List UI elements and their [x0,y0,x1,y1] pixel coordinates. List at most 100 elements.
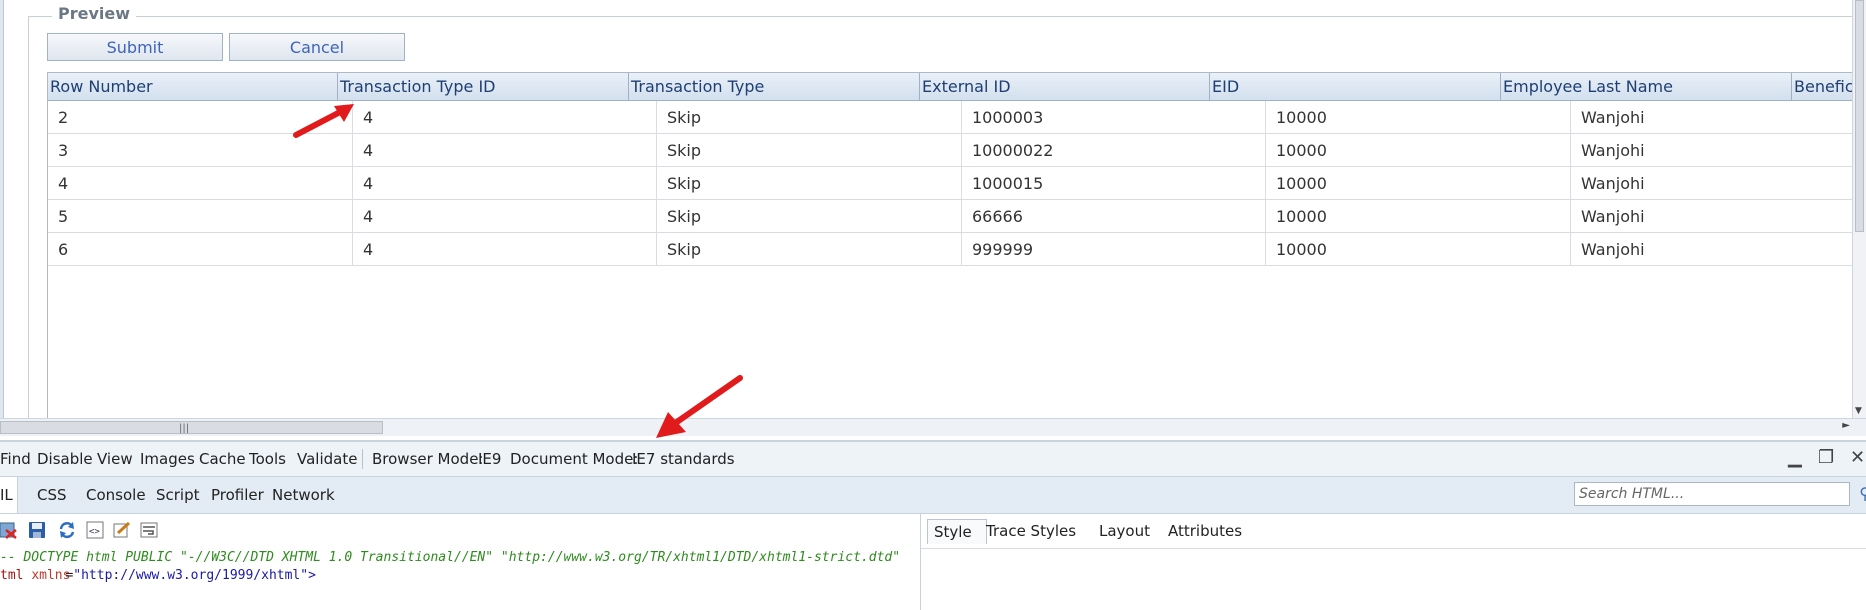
cell-transaction-type: Skip [657,101,962,134]
cell-transaction-type-id: 4 [353,233,657,266]
devtools-menu-bar: Find Disable View Images Cache Tools Val… [0,442,1866,476]
clear-browser-cache-icon[interactable] [0,521,18,539]
menu-cache[interactable]: Cache [199,442,246,476]
save-icon[interactable] [28,521,46,539]
horizontal-scroll-thumb[interactable]: ||| [0,421,383,434]
document-mode-label[interactable]: Document Mode: [510,442,638,476]
left-gutter [0,0,4,418]
column-header-external-id[interactable]: External ID [920,73,1210,100]
tab-style[interactable]: Style [927,519,987,544]
tab-network[interactable]: Network [272,477,335,513]
cancel-button[interactable]: Cancel [229,33,405,61]
cell-transaction-type: Skip [657,200,962,233]
html-source-view[interactable]: -- DOCTYPE html PUBLIC "-//W3C//DTD XHTM… [0,546,920,610]
table-row[interactable]: 4 4 Skip 1000015 10000 Wanjohi [48,167,1866,200]
close-icon[interactable]: ✕ [1850,448,1865,468]
tab-html[interactable]: IL [0,477,18,513]
preview-legend: Preview [52,4,137,23]
annotation-arrow-icon [656,375,743,438]
cell-eid: 10000 [1266,134,1571,167]
tab-script[interactable]: Script [156,477,200,513]
vertical-scrollbar[interactable]: ▼ [1852,0,1866,418]
scroll-down-arrow-icon[interactable]: ▼ [1855,406,1862,416]
cell-transaction-type: Skip [657,233,962,266]
menu-images[interactable]: Images [140,442,195,476]
cell-eid: 10000 [1266,101,1571,134]
cell-transaction-type-id: 4 [353,134,657,167]
menu-tools[interactable]: Tools [249,442,286,476]
doctype-line: -- DOCTYPE html PUBLIC "-//W3C//DTD XHTM… [0,550,901,565]
menu-separator [362,449,363,469]
column-header-transaction-type-id[interactable]: Transaction Type ID [338,73,629,100]
tag-close: > [308,568,316,583]
menu-validate[interactable]: Validate [297,442,357,476]
style-pane-tabs: Style Trace Styles Layout Attributes [921,514,1866,549]
table-row[interactable]: 6 4 Skip 999999 10000 Wanjohi [48,233,1866,266]
browser-mode-value[interactable]: IE9 [478,442,501,476]
column-header-row-number[interactable]: Row Number [48,73,338,100]
cell-transaction-type: Skip [657,167,962,200]
column-header-employee-last-name[interactable]: Employee Last Name [1501,73,1792,100]
cell-transaction-type-id: 4 [353,167,657,200]
html-tag-name: tml [0,568,24,583]
vertical-scroll-thumb[interactable] [1855,0,1864,232]
column-header-eid[interactable]: EID [1210,73,1501,100]
menu-find[interactable]: Find [0,442,31,476]
cell-row-number: 5 [48,200,353,233]
annotation-arrow-icon [293,104,354,138]
cell-employee-last-name: Wanjohi [1581,174,1645,193]
grid-header: Row Number Transaction Type ID Transacti… [48,73,1866,101]
html-tag-line[interactable]: tml xmlns="http://www.w3.org/1999/xhtml"… [0,568,316,583]
view-source-icon[interactable]: <> [86,521,104,539]
grip-icon: ||| [179,423,190,434]
cell-employee-last-name: Wanjohi [1581,207,1645,226]
tab-layout[interactable]: Layout [1099,514,1150,548]
word-wrap-icon[interactable] [140,521,158,539]
horizontal-scrollbar[interactable]: ||| ► [0,418,1866,436]
cell-eid: 10000 [1266,233,1571,266]
search-placeholder: Search HTML... [1579,486,1685,502]
refresh-icon[interactable] [58,521,76,539]
cell-external-id: 999999 [962,233,1266,266]
cell-transaction-type: Skip [657,134,962,167]
html-toolbar: <> [0,514,920,546]
menu-disable[interactable]: Disable [37,442,93,476]
cell-employee-last-name: Wanjohi [1581,240,1645,259]
search-html-input[interactable]: Search HTML... ⚲ [1574,482,1866,506]
page-area: Preview Submit Cancel Row Number Transac… [0,0,1866,440]
devtools-tab-bar: IL CSS Console Script Profiler Network S… [0,476,1866,514]
cell-eid: 10000 [1266,167,1571,200]
cell-employee-last-name: Wanjohi [1581,108,1645,127]
tab-profiler[interactable]: Profiler [211,477,264,513]
cell-eid: 10000 [1266,200,1571,233]
cell-transaction-type-id: 4 [353,101,657,134]
document-mode-value[interactable]: IE7 standards [632,442,735,476]
minimize-icon[interactable]: ▁ [1788,448,1802,468]
cell-row-number: 4 [48,167,353,200]
cell-external-id: 1000003 [962,101,1266,134]
tab-console[interactable]: Console [86,477,146,513]
tab-css[interactable]: CSS [37,477,67,513]
restore-icon[interactable]: ❐ [1818,448,1834,468]
cell-row-number: 6 [48,233,353,266]
column-header-transaction-type[interactable]: Transaction Type [629,73,920,100]
tab-attributes[interactable]: Attributes [1168,514,1242,548]
cell-external-id: 1000015 [962,167,1266,200]
developer-tools-panel: Find Disable View Images Cache Tools Val… [0,440,1866,610]
submit-button[interactable]: Submit [47,33,223,61]
menu-view[interactable]: View [97,442,133,476]
cell-external-id: 66666 [962,200,1266,233]
xmlns-attribute-value: "http://www.w3.org/1999/xhtml" [73,568,309,583]
fieldset-border-top [28,16,1858,17]
search-icon[interactable]: ⚲ [1859,483,1866,505]
scroll-right-arrow-icon[interactable]: ► [1842,420,1850,431]
style-pane: Style Trace Styles Layout Attributes [920,514,1866,610]
svg-text:<>: <> [89,527,100,537]
cell-employee-last-name: Wanjohi [1581,141,1645,160]
table-row[interactable]: 5 4 Skip 66666 10000 Wanjohi [48,200,1866,233]
edit-icon[interactable] [113,521,131,539]
tab-trace-styles[interactable]: Trace Styles [986,514,1076,548]
browser-mode-label[interactable]: Browser Mode: [372,442,483,476]
fieldset-border-left [28,16,29,418]
cell-transaction-type-id: 4 [353,200,657,233]
